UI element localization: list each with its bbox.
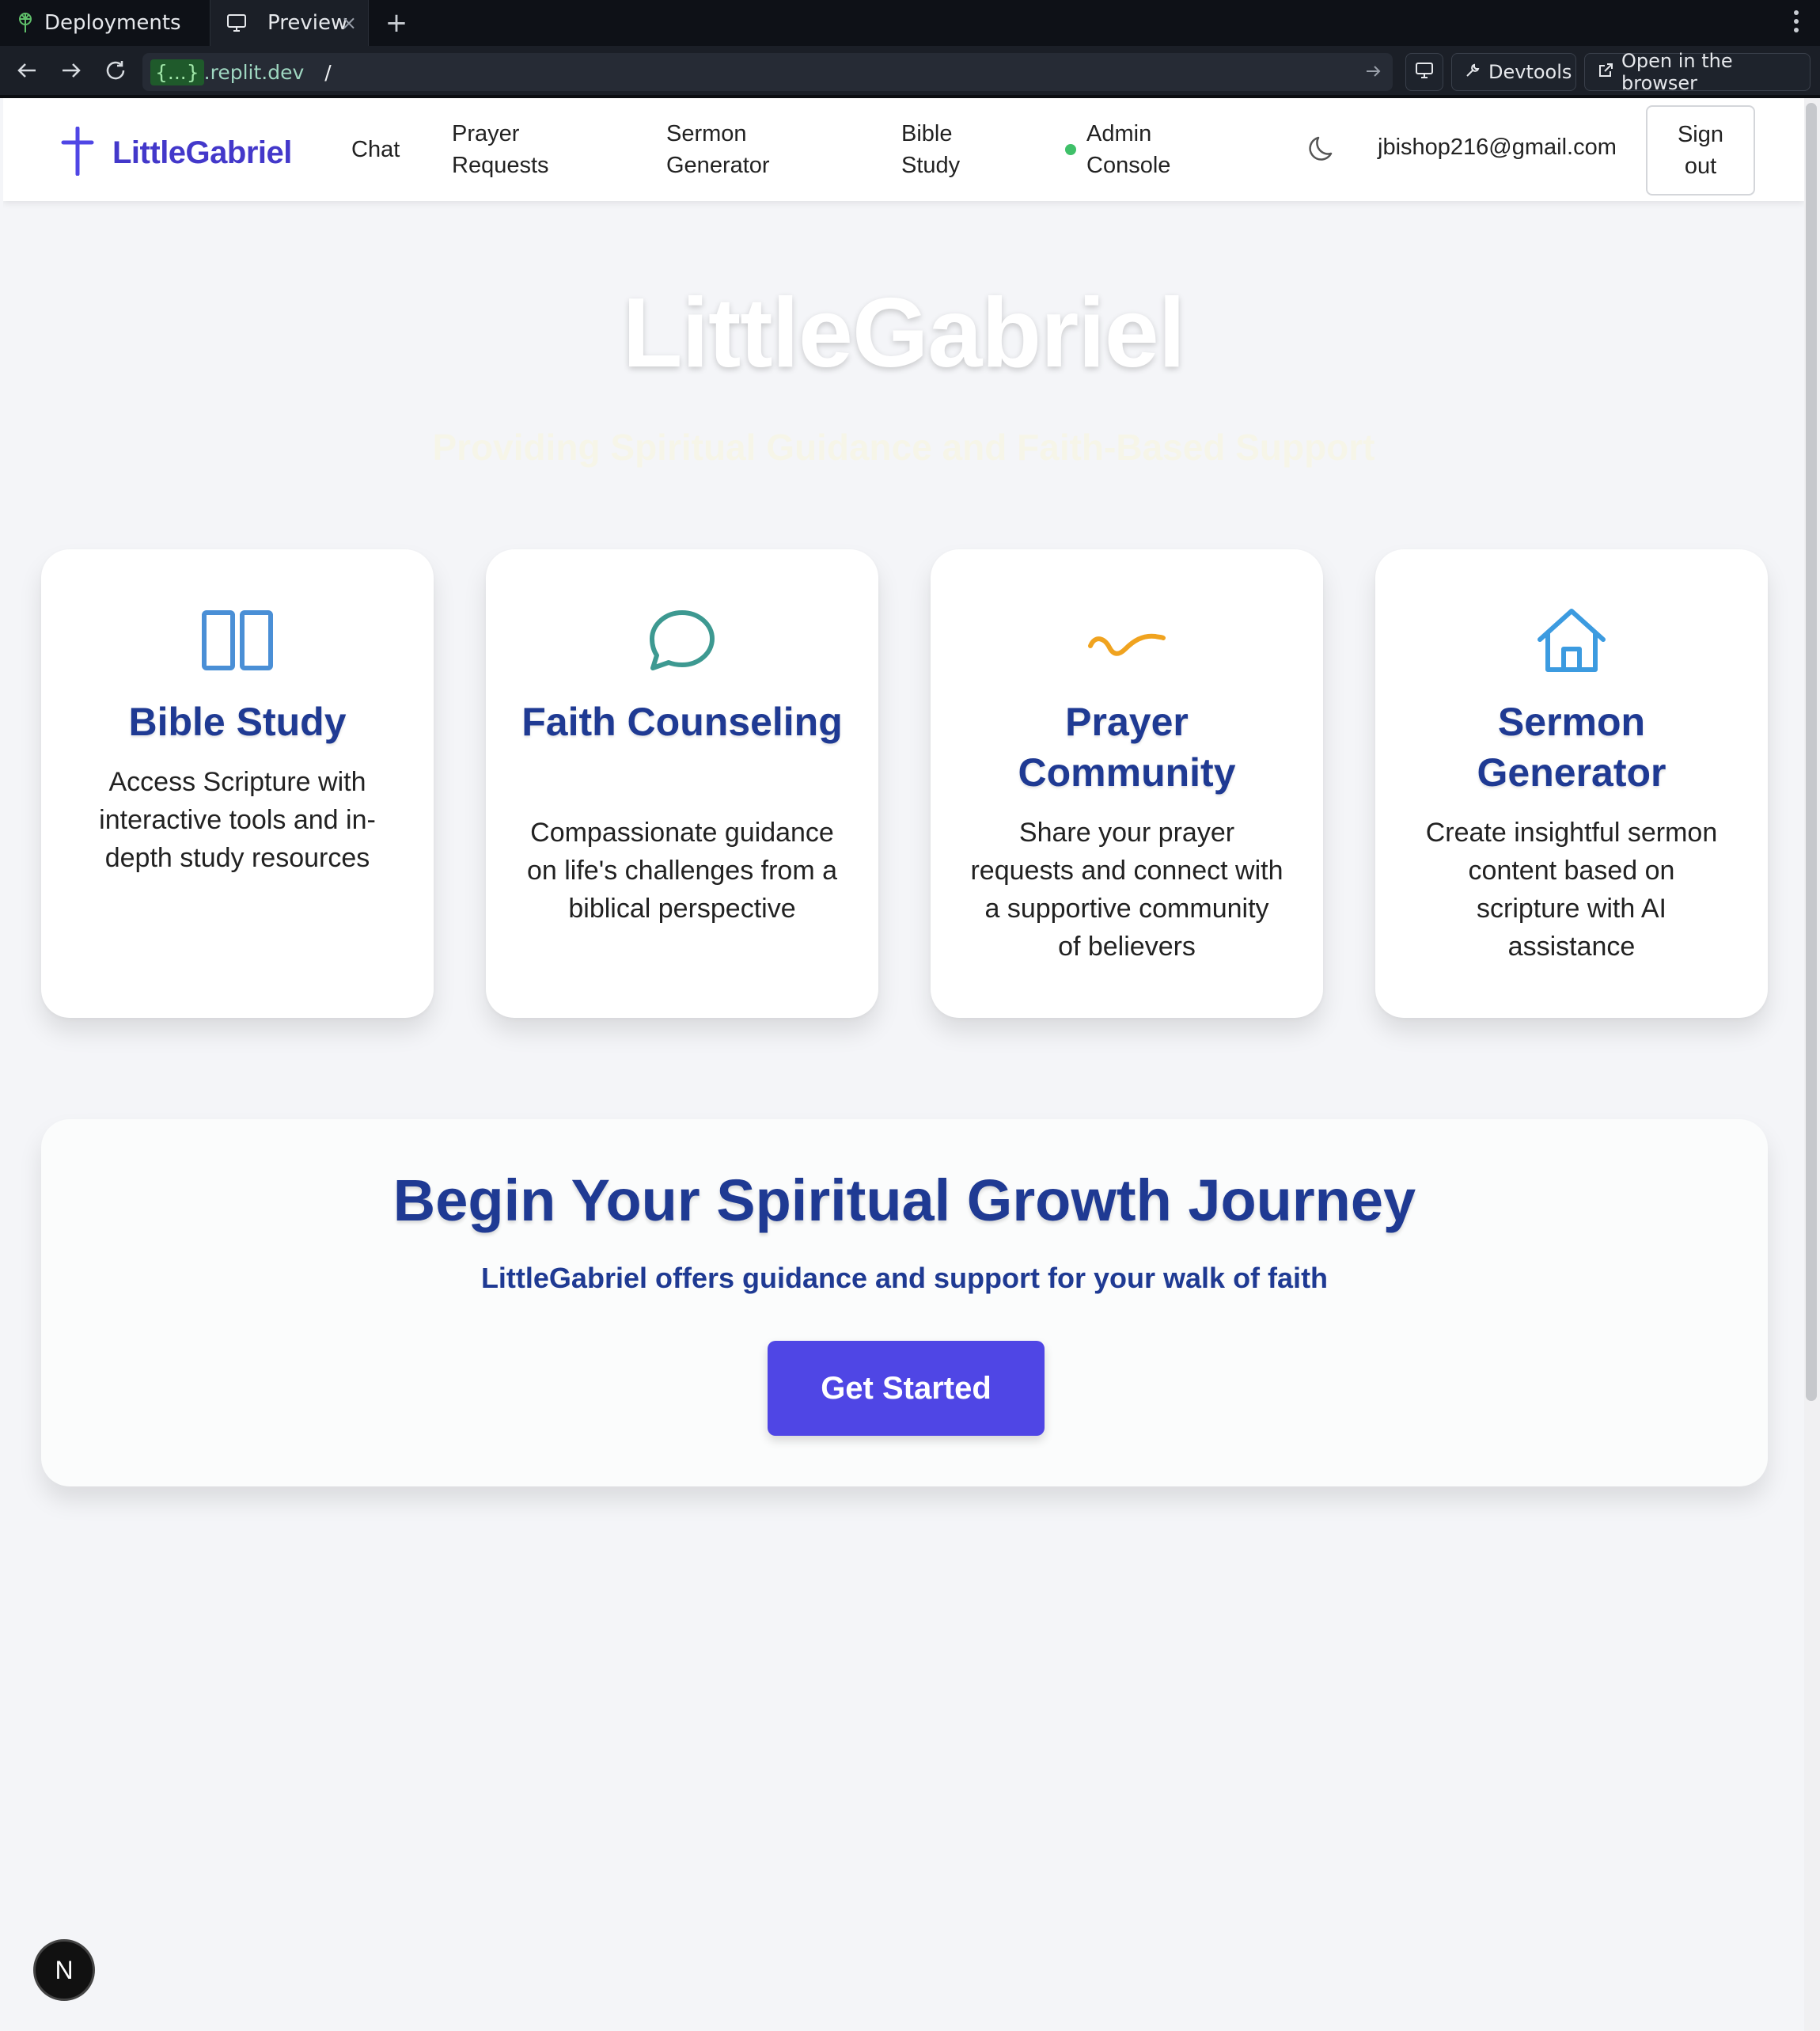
cta-section: Begin Your Spiritual Growth Journey Litt… [41,1119,1768,1486]
nav-admin-label-line1: Admin [1086,121,1152,146]
hero-title: LittleGabriel [622,279,1185,388]
feature-title: Bible Study [128,700,347,744]
reload-icon[interactable] [93,48,138,93]
nav-bible-label-line1: Bible [901,121,953,146]
nav-sermon-label-line1: Sermon [666,121,747,146]
nav-bible-study[interactable]: Bible Study [901,118,960,181]
devtools-button[interactable]: Devtools [1451,53,1576,91]
open-in-browser-label: Open in the browser [1621,50,1733,94]
browser-url-bar: {...} .replit.dev / Devtools Open in the… [0,46,1820,98]
online-status-dot [1065,144,1076,155]
nav-chat[interactable]: Chat [351,134,400,165]
deployments-icon [16,12,35,34]
sign-out-label-line1: Sign [1677,122,1724,147]
nav-prayer-label-line2: Requests [452,153,549,178]
feature-description: Share your prayer requests and connect w… [970,818,1283,962]
cross-icon [60,126,95,180]
app-navbar: LittleGabriel Chat Prayer Requests Sermo… [3,98,1804,201]
screen-toggle-button[interactable] [1405,53,1443,91]
feature-card-prayer-community[interactable]: Prayer Community Share your prayer reque… [931,549,1323,1018]
url-path: / [324,60,332,84]
feature-title: Faith Counseling [521,700,843,744]
menu-icon[interactable] [1793,9,1799,33]
feature-title: Prayer Community [1018,700,1236,795]
brand-name: LittleGabriel [112,135,292,170]
hero-subtitle: Providing Spiritual Guidance and Faith-B… [432,427,1375,468]
wrench-icon [1465,61,1481,83]
cta-subtitle: LittleGabriel offers guidance and suppor… [480,1262,1329,1294]
home-icon [1375,605,1768,676]
chat-bubble-icon [486,605,878,676]
nav-prayer-requests[interactable]: Prayer Requests [452,118,549,181]
nav-chat-label: Chat [351,137,400,162]
user-email: jbishop216@gmail.com [1378,135,1617,160]
sign-out-label-line2: out [1684,154,1717,179]
new-tab-button[interactable]: + [369,0,424,46]
feature-card-faith-counseling[interactable]: Faith Counseling Compassionate guidance … [486,549,878,1018]
book-icon [41,605,434,676]
sign-out-button[interactable]: Sign out [1646,105,1755,196]
feature-description: Create insightful sermon content based o… [1425,818,1718,962]
forward-arrow-icon[interactable] [49,48,93,93]
back-arrow-icon[interactable] [5,48,49,93]
scrollbar[interactable] [1806,103,1817,1401]
go-arrow-icon[interactable] [1366,61,1382,83]
tab-preview-label: Preview [267,11,348,35]
browser-tab-bar: Deployments Preview × + [0,0,1820,46]
feature-description: Access Scripture with interactive tools … [99,767,376,873]
nav-bible-label-line2: Study [901,153,961,178]
nav-prayer-label-line1: Prayer [452,121,520,146]
nav-sermon-label-line2: Generator [666,153,770,178]
feature-description: Compassionate guidance on life's challen… [526,818,838,924]
feature-title: Sermon Generator [1477,700,1666,795]
url-host-badge: {...} [150,59,204,85]
brand-logo[interactable]: LittleGabriel [60,126,292,180]
wave-icon [931,605,1323,676]
dev-badge[interactable]: N [33,1939,95,2001]
close-icon[interactable]: × [341,12,357,34]
url-host: .replit.dev [203,60,305,84]
screen-icon [1416,61,1433,83]
app-viewport: LittleGabriel Chat Prayer Requests Sermo… [3,98,1804,2031]
monitor-icon [226,13,247,32]
cta-title: Begin Your Spiritual Growth Journey [392,1167,1416,1233]
get-started-button[interactable]: Get Started [768,1341,1045,1436]
moon-icon[interactable] [1307,133,1339,169]
nav-admin-console[interactable]: Admin Console [1086,118,1170,181]
nav-admin-label-line2: Console [1086,153,1171,178]
tab-deployments-label: Deployments [44,11,181,35]
feature-card-bible-study[interactable]: Bible Study Access Scripture with intera… [41,549,434,1018]
tab-deployments[interactable]: Deployments [0,0,210,46]
devtools-label: Devtools [1488,61,1572,83]
feature-card-sermon-generator[interactable]: Sermon Generator Create insightful sermo… [1375,549,1768,1018]
external-link-icon [1598,61,1613,83]
url-input[interactable]: {...} .replit.dev / [142,53,1393,91]
tab-preview[interactable]: Preview × [210,0,369,46]
open-in-browser-button[interactable]: Open in the browser [1584,50,1811,94]
nav-sermon-generator[interactable]: Sermon Generator [666,118,770,181]
